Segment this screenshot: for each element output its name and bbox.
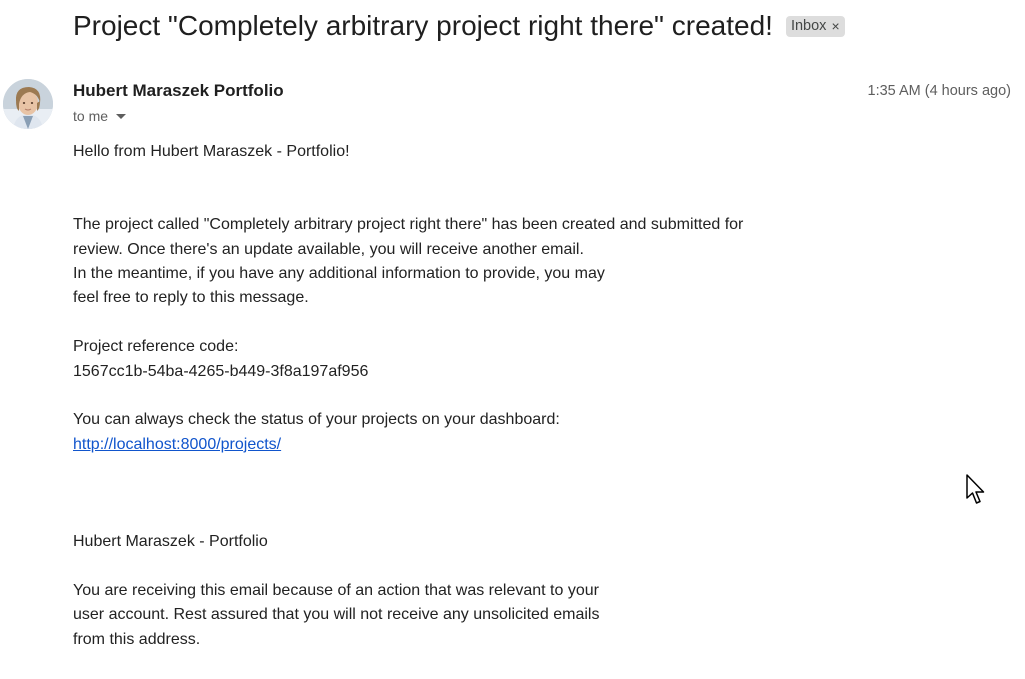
signature-text: Hubert Maraszek - Portfolio: [73, 533, 268, 551]
body-line: feel free to reply to this message.: [73, 289, 309, 307]
body-line: The project called "Completely arbitrary…: [73, 216, 744, 234]
inbox-label-chip[interactable]: Inbox ×: [785, 15, 845, 37]
user-avatar-photo-icon: [3, 79, 53, 129]
footer-line: user account. Rest assured that you will…: [73, 606, 600, 624]
dashboard-text: You can always check the status of your …: [73, 411, 560, 429]
mouse-pointer-icon: [966, 474, 985, 504]
email-subject: Project "Completely arbitrary project ri…: [73, 10, 773, 41]
chevron-down-icon[interactable]: [116, 113, 127, 119]
recipient-details-toggle[interactable]: to me: [73, 107, 127, 125]
recipient-text: to me: [73, 108, 109, 124]
email-body: Hello from Hubert Maraszek - Portfolio! …: [73, 140, 793, 652]
remove-label-icon[interactable]: ×: [831, 16, 839, 37]
footer-line: You are receiving this email because of …: [73, 581, 599, 599]
email-subject-row: Project "Completely arbitrary project ri…: [73, 8, 845, 44]
reference-code-label: Project reference code:: [73, 338, 239, 356]
email-view: Project "Completely arbitrary project ri…: [0, 0, 1025, 679]
greeting-text: Hello from Hubert Maraszek - Portfolio!: [73, 143, 350, 160]
label-chip-text: Inbox: [790, 17, 827, 34]
body-line: review. Once there's an update available…: [73, 240, 584, 258]
sender-avatar[interactable]: [3, 79, 53, 129]
reference-code-value: 1567cc1b-54ba-4265-b449-3f8a197af956: [73, 362, 369, 380]
email-timestamp: 1:35 AM (4 hours ago): [867, 83, 1011, 99]
footer-line: from this address.: [73, 630, 201, 648]
dashboard-link[interactable]: http://localhost:8000/projects/: [73, 436, 281, 453]
body-line: In the meantime, if you have any additio…: [73, 265, 605, 283]
sender-name[interactable]: Hubert Maraszek Portfolio: [73, 80, 284, 102]
